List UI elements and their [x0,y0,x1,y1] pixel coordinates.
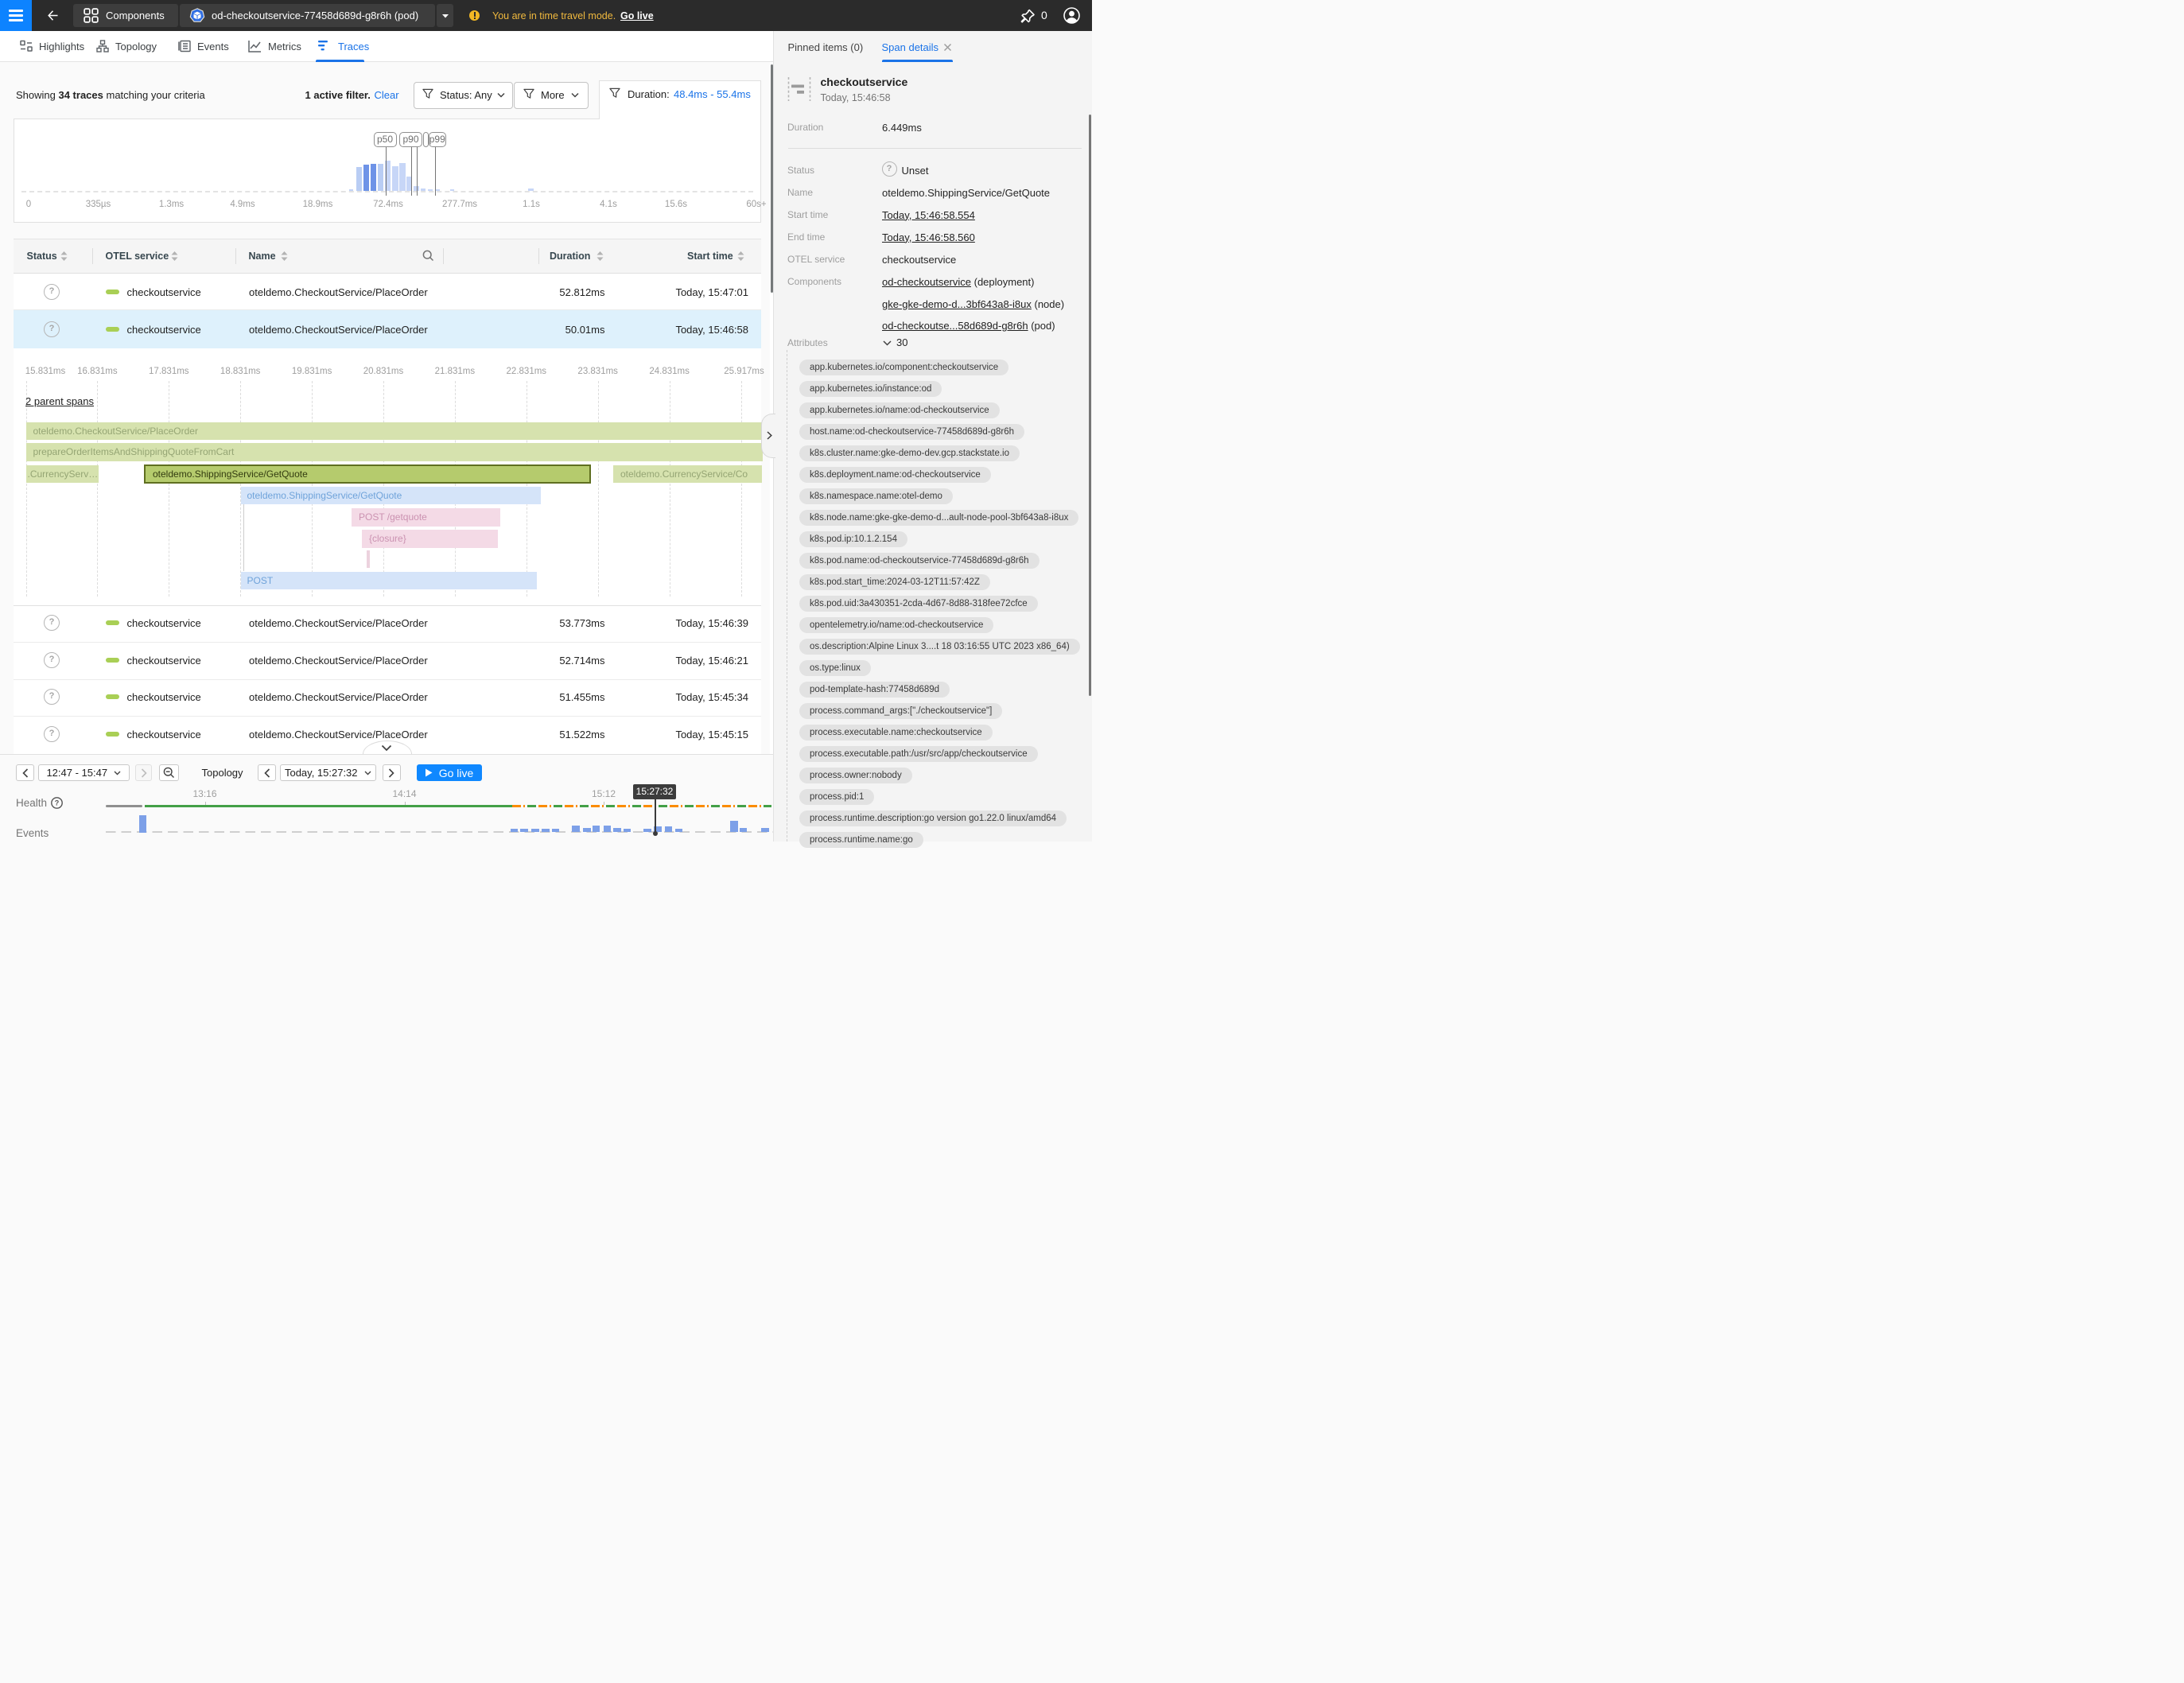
svg-text:?: ? [55,799,60,807]
